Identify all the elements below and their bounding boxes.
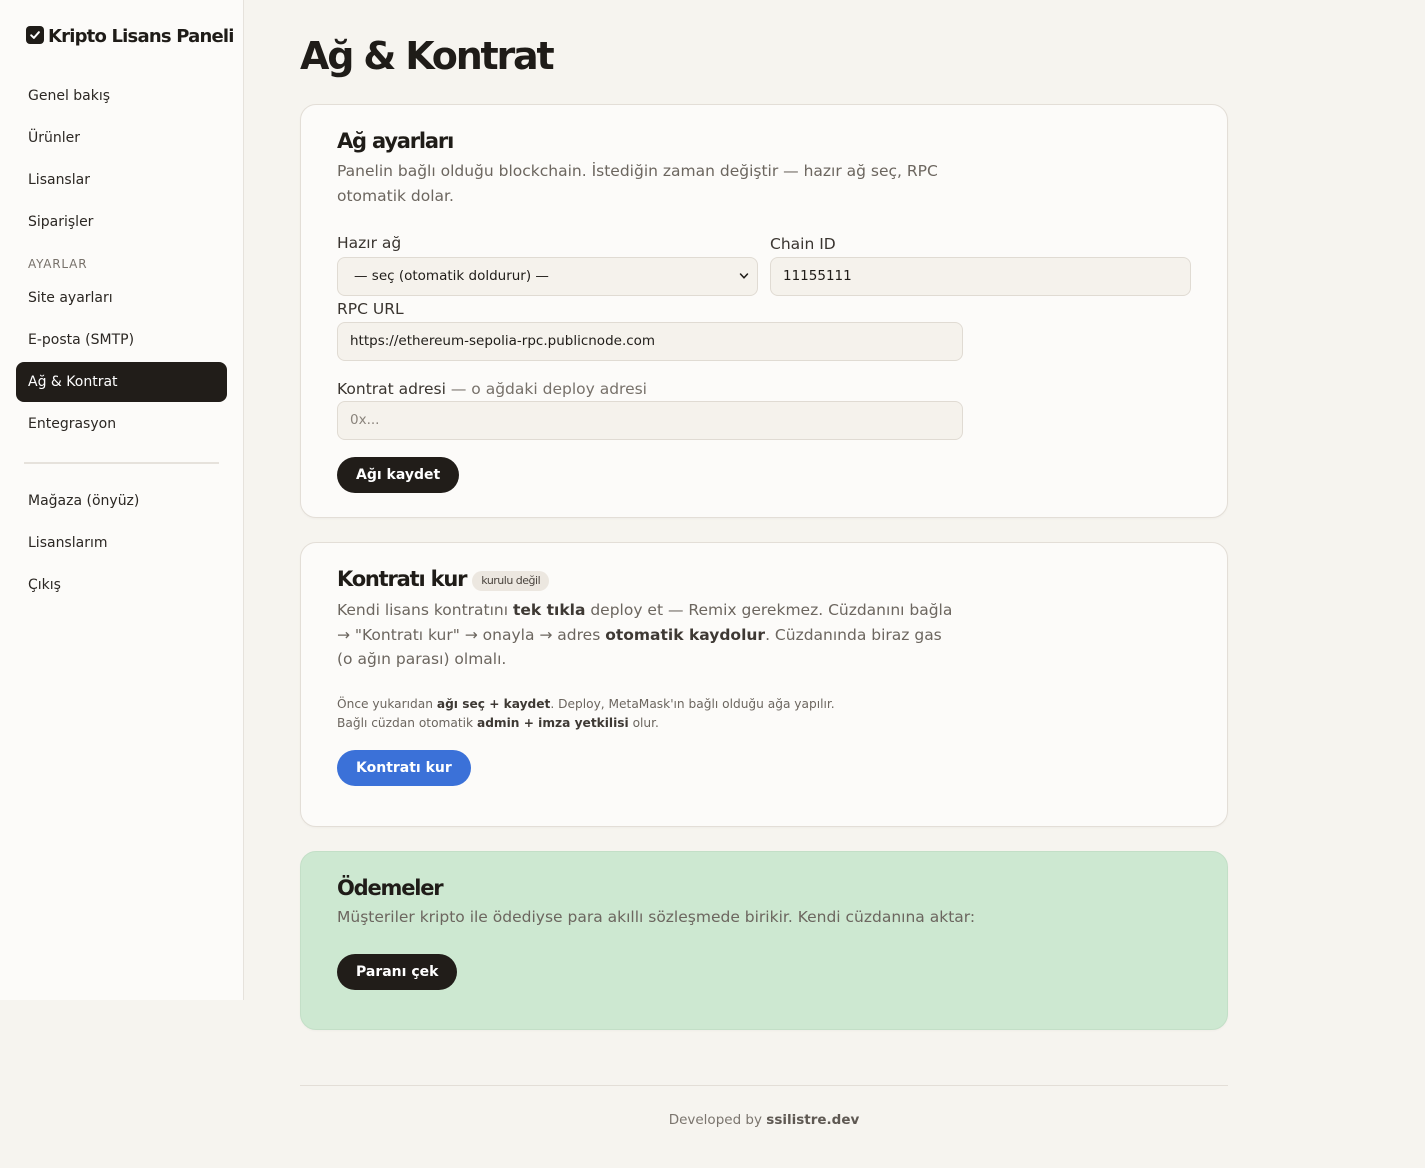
sidebar: Kripto Lisans Paneli Genel bakış Ürünler…	[0, 0, 244, 1000]
deploy-note-2: Bağlı cüzdan otomatik admin + imza yetki…	[337, 714, 977, 733]
sidebar-divider	[24, 462, 219, 464]
deploy-card-title-text: Kontratı kur	[337, 567, 467, 591]
sidebar-nav: Genel bakış Ürünler Lisanslar Siparişler…	[16, 76, 227, 607]
payments-card: Ödemeler Müşteriler kripto ile ödediyse …	[300, 851, 1228, 1030]
sidebar-item-orders[interactable]: Siparişler	[16, 202, 227, 242]
preset-network-value: — seç (otomatik doldurur) —	[354, 268, 549, 284]
rpc-url-label: RPC URL	[337, 300, 404, 318]
preset-network-label: Hazır ağ	[337, 234, 402, 252]
sidebar-item-smtp[interactable]: E-posta (SMTP)	[16, 320, 227, 360]
sidebar-item-overview[interactable]: Genel bakış	[16, 76, 227, 116]
rpc-url-input[interactable]: https://ethereum-sepolia-rpc.publicnode.…	[337, 322, 963, 361]
deploy-note-1-bold: ağı seç + kaydet	[436, 697, 551, 711]
sidebar-section-settings: AYARLAR	[28, 257, 88, 271]
chevron-down-icon	[739, 273, 749, 279]
sidebar-item-products[interactable]: Ürünler	[16, 118, 227, 158]
brand-title: Kripto Lisans Paneli	[48, 26, 234, 47]
footer: Developed by ssilistre.dev	[300, 1112, 1228, 1128]
contract-address-label-text: Kontrat adresi	[337, 380, 446, 398]
contract-address-hint: — o ağdaki deploy adresi	[445, 380, 647, 398]
deploy-card-description: Kendi lisans kontratını tek tıkla deploy…	[337, 598, 962, 672]
withdraw-button[interactable]: Paranı çek	[337, 954, 458, 990]
chain-id-input[interactable]: 11155111	[770, 257, 1191, 296]
chain-id-label: Chain ID	[770, 235, 836, 253]
brand[interactable]: Kripto Lisans Paneli	[26, 25, 234, 47]
network-settings-card: Ağ ayarları Panelin bağlı olduğu blockch…	[300, 104, 1228, 518]
sidebar-item-storefront[interactable]: Mağaza (önyüz)	[16, 481, 227, 521]
deploy-desc-bold-1: tek tıkla	[512, 601, 586, 619]
footer-prefix: Developed by	[668, 1112, 767, 1128]
payments-card-title: Ödemeler	[337, 876, 444, 900]
contract-address-input[interactable]: 0x...	[337, 401, 963, 440]
sidebar-item-logout[interactable]: Çıkış	[16, 565, 227, 605]
deploy-card-title: Kontratı kur kurulu değil	[337, 567, 550, 591]
network-card-description: Panelin bağlı olduğu blockchain. İstediğ…	[337, 162, 938, 205]
contract-address-label: Kontrat adresi — o ağdaki deploy adresi	[337, 380, 647, 398]
deploy-contract-card: Kontratı kur kurulu değil Kendi lisans ko…	[300, 542, 1228, 827]
deploy-note-1-text-2: . Deploy, MetaMask'ın bağlı olduğu ağa y…	[550, 697, 835, 711]
sidebar-item-site-settings[interactable]: Site ayarları	[16, 278, 227, 318]
sidebar-item-licenses[interactable]: Lisanslar	[16, 160, 227, 200]
checkbox-icon	[26, 25, 44, 44]
deploy-note-1: Önce yukarıdan ağı seç + kaydet. Deploy,…	[337, 695, 977, 714]
deploy-desc-bold-2: otomatik kaydolur	[605, 625, 766, 644]
deploy-contract-button[interactable]: Kontratı kur	[337, 750, 471, 786]
network-card-title: Ağ ayarları	[337, 129, 454, 153]
page-title: Ağ & Kontrat	[300, 34, 555, 78]
sidebar-item-network-contract[interactable]: Ağ & Kontrat	[16, 362, 227, 402]
save-network-button[interactable]: Ağı kaydet	[337, 457, 460, 493]
footer-author-link[interactable]: ssilistre.dev	[766, 1112, 859, 1128]
deploy-note-2-bold: admin + imza yetkilisi	[476, 716, 629, 730]
sidebar-item-my-licenses[interactable]: Lisanslarım	[16, 523, 227, 563]
preset-network-select[interactable]: — seç (otomatik doldurur) —	[337, 257, 758, 296]
deploy-note-1-text-1: Önce yukarıdan	[337, 697, 437, 711]
deploy-desc-text-1: Kendi lisans kontratını	[337, 601, 513, 619]
payments-card-description: Müşteriler kripto ile ödediyse para akıl…	[337, 908, 976, 926]
status-badge: kurulu değil	[472, 571, 550, 591]
deploy-note-2-text-2: olur.	[628, 716, 659, 730]
sidebar-item-integration[interactable]: Entegrasyon	[16, 404, 227, 444]
footer-divider	[300, 1085, 1228, 1086]
deploy-note-2-text-1: Bağlı cüzdan otomatik	[337, 716, 477, 730]
